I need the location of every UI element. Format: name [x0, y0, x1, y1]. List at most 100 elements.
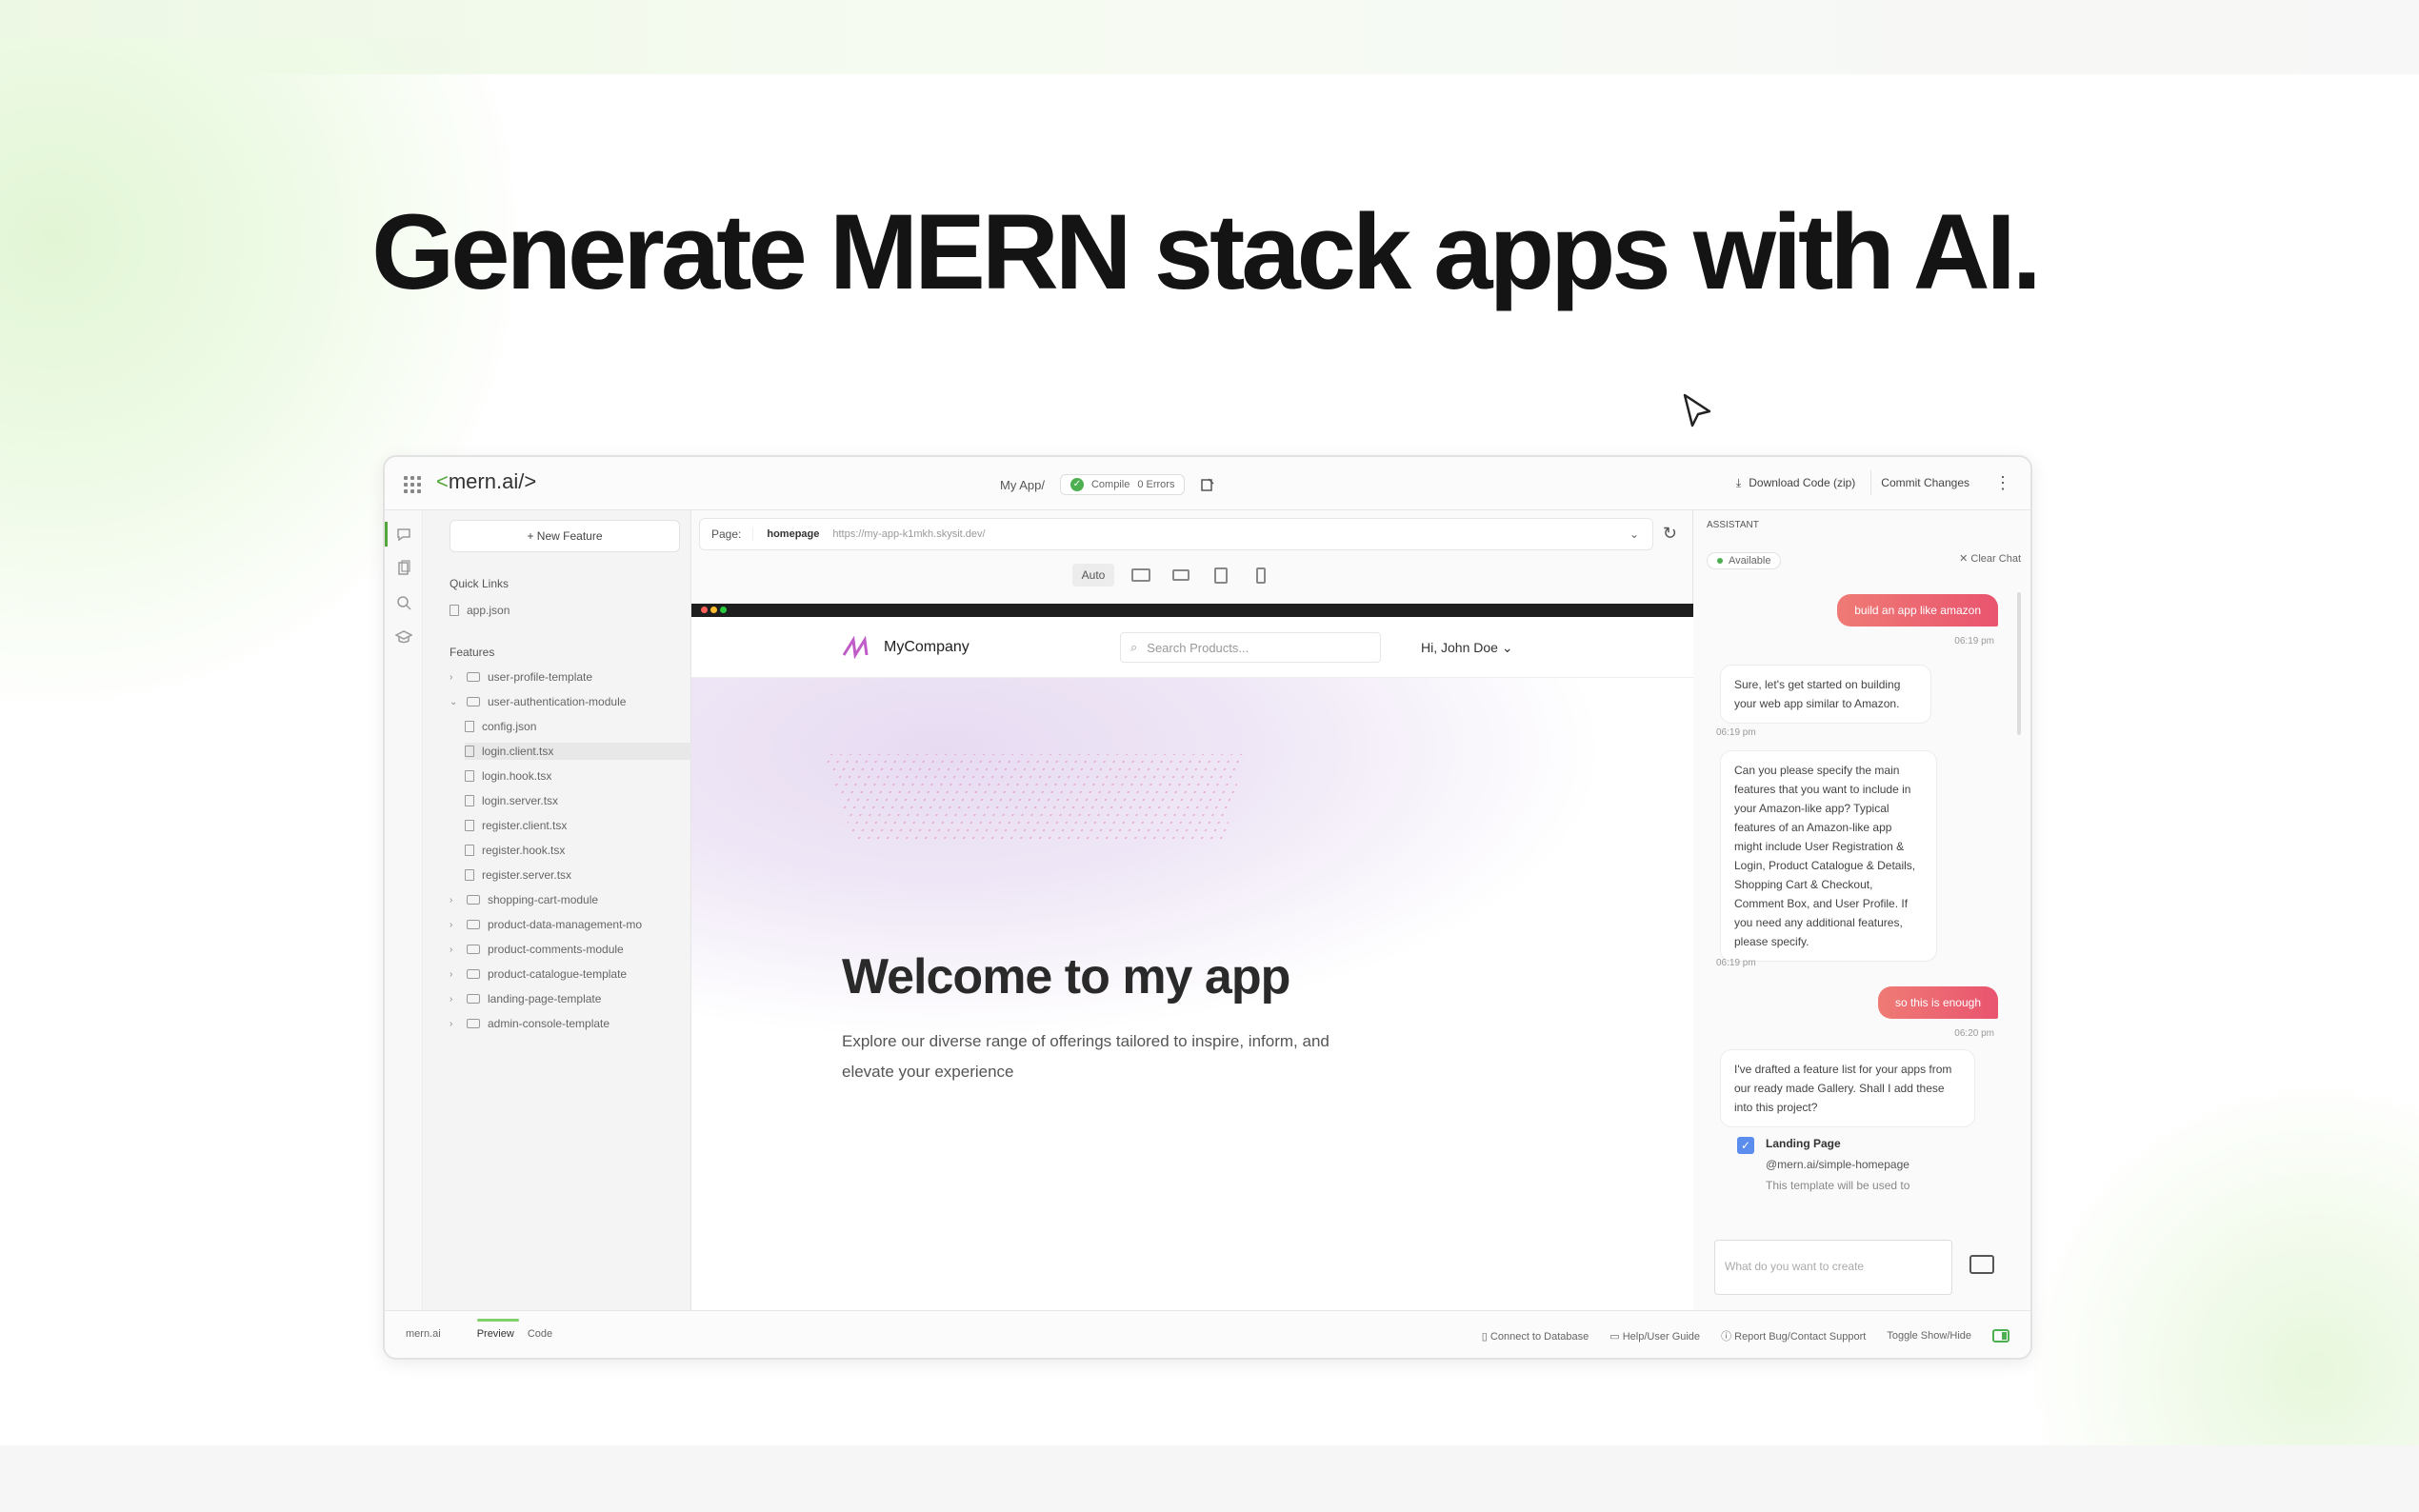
device-switcher: Auto — [1072, 564, 1274, 587]
tree-folder[interactable]: › admin-console-template — [450, 1017, 610, 1030]
assistant-message: Sure, let's get started on building your… — [1720, 665, 1931, 724]
apps-grid-icon[interactable] — [404, 476, 421, 493]
site-search-input[interactable]: ⌕ Search Products... — [1120, 632, 1381, 663]
tree-folder[interactable]: ⌄ user-authentication-module — [450, 695, 626, 708]
help-circle-icon: ⓘ — [1721, 1331, 1732, 1343]
tree-file[interactable]: login.hook.tsx — [465, 769, 551, 783]
chat-scrollbar[interactable] — [2017, 592, 2021, 735]
chevron-right-icon: › — [450, 671, 453, 683]
tree-file[interactable]: config.json — [465, 720, 536, 733]
hero-subtitle: Explore our diverse range of offerings t… — [842, 1032, 1329, 1081]
quick-links-heading: Quick Links — [450, 577, 510, 590]
database-icon: ▯ — [1481, 1330, 1488, 1343]
site-brand[interactable]: MyCompany — [842, 636, 970, 659]
tree-file-selected[interactable]: login.client.tsx — [465, 743, 691, 760]
topbar-actions: ⤓ Download Code (zip) Commit Changes ⋮ — [1736, 470, 2011, 495]
chat-input[interactable]: What do you want to create — [1714, 1240, 1952, 1295]
file-icon — [465, 746, 474, 757]
feature-option[interactable]: ✓ Landing Page @mern.ai/simple-homepage … — [1737, 1137, 1909, 1192]
folder-icon — [467, 1019, 480, 1028]
tree-folder[interactable]: › product-comments-module — [450, 943, 624, 956]
edit-icon[interactable] — [1200, 477, 1215, 492]
new-feature-button[interactable]: + New Feature — [450, 520, 680, 552]
chevron-right-icon: › — [450, 894, 453, 905]
tree-folder[interactable]: › product-catalogue-template — [450, 967, 627, 981]
tree-folder[interactable]: › shopping-cart-module — [450, 893, 598, 906]
hero-section: Welcome to my app Explore our diverse ra… — [691, 678, 1693, 1081]
tree-folder[interactable]: › landing-page-template — [450, 992, 601, 1005]
commit-changes-button[interactable]: Commit Changes — [1870, 470, 1979, 495]
tab-preview[interactable]: Preview — [476, 1319, 519, 1340]
chevron-right-icon: › — [450, 993, 453, 1005]
panel-toggle-icon[interactable] — [1992, 1329, 2009, 1343]
folder-icon — [467, 920, 480, 929]
page-url-bar[interactable]: Page: homepage https://my-app-k1mkh.skys… — [699, 518, 1653, 550]
window-close-dot — [701, 607, 708, 613]
hero-title: Welcome to my app — [842, 949, 1290, 1005]
app-footer: mern.ai Preview Code ▯ Connect to Databa… — [385, 1310, 2030, 1358]
more-options-icon[interactable]: ⋮ — [1994, 473, 2011, 493]
laptop-icon[interactable] — [1168, 564, 1194, 587]
desktop-icon[interactable] — [1128, 564, 1154, 587]
assistant-title: ASSISTANT — [1707, 520, 1759, 530]
help-guide-button[interactable]: ▭ Help/User Guide — [1609, 1330, 1700, 1343]
chevron-right-icon: › — [450, 944, 453, 955]
assistant-message: Can you please specify the main features… — [1720, 750, 1937, 962]
page-select[interactable]: homepage — [753, 528, 832, 540]
user-message: build an app like amazon — [1837, 594, 1998, 627]
file-icon — [465, 869, 474, 881]
folder-icon — [467, 895, 480, 905]
learn-icon[interactable] — [395, 628, 412, 646]
connect-database-button[interactable]: ▯ Connect to Database — [1482, 1330, 1589, 1343]
brand-name: MyCompany — [884, 639, 970, 655]
chat-icon[interactable] — [395, 526, 412, 543]
file-icon — [450, 605, 459, 616]
compile-label: Compile — [1090, 479, 1130, 490]
page-label: Page: — [700, 527, 754, 541]
assistant-status-row: Available ✕ Clear Chat — [1707, 552, 2021, 569]
preview-url[interactable]: https://my-app-k1mkh.skysit.dev/ — [832, 528, 1616, 540]
device-auto-button[interactable]: Auto — [1072, 564, 1114, 587]
error-count: 0 Errors — [1137, 479, 1175, 490]
tablet-icon[interactable] — [1208, 564, 1234, 587]
refresh-icon[interactable]: ↻ — [1663, 524, 1677, 544]
project-name[interactable]: My App/ — [1000, 478, 1045, 492]
report-bug-button[interactable]: ⓘ Report Bug/Contact Support — [1721, 1328, 1866, 1343]
features-heading: Features — [450, 646, 495, 659]
checkbox-checked-icon[interactable]: ✓ — [1737, 1137, 1754, 1154]
chevron-down-icon[interactable]: ⌄ — [1616, 527, 1652, 541]
book-icon: ▭ — [1609, 1330, 1620, 1343]
message-time: 06:20 pm — [1954, 1028, 1994, 1039]
folder-icon — [467, 697, 480, 706]
tree-file[interactable]: login.server.tsx — [465, 794, 558, 807]
hero-dot-pattern — [825, 754, 1244, 840]
message-time: 06:19 pm — [1716, 958, 1756, 968]
tree-folder[interactable]: › user-profile-template — [450, 670, 592, 684]
files-icon[interactable] — [395, 560, 412, 577]
feature-title: Landing Page — [1766, 1137, 1841, 1150]
footer-left: mern.ai Preview Code — [406, 1319, 552, 1340]
check-circle-icon: ✓ — [1070, 478, 1084, 491]
footer-right: ▯ Connect to Database ▭ Help/User Guide … — [1482, 1328, 2009, 1343]
chevron-right-icon: › — [450, 919, 453, 930]
mobile-icon[interactable] — [1248, 564, 1274, 587]
clear-chat-button[interactable]: ✕ Clear Chat — [1959, 552, 2021, 569]
file-icon — [465, 845, 474, 856]
search-icon[interactable] — [395, 594, 412, 611]
tree-file[interactable]: register.client.tsx — [465, 819, 567, 832]
message-time: 06:19 pm — [1954, 636, 1994, 647]
tree-file[interactable]: register.hook.tsx — [465, 844, 565, 857]
download-code-button[interactable]: ⤓ Download Code (zip) — [1736, 476, 1855, 490]
mern-logo[interactable]: <mern.ai/> — [436, 469, 536, 494]
tab-code[interactable]: Code — [528, 1328, 552, 1340]
compile-status[interactable]: ✓ Compile 0 Errors — [1059, 474, 1186, 495]
quick-link-item[interactable]: app.json — [450, 604, 510, 617]
tree-file[interactable]: register.server.tsx — [465, 868, 571, 882]
bottom-band — [0, 1445, 2419, 1512]
image-upload-icon[interactable] — [1969, 1255, 1994, 1274]
chat-log: build an app like amazon 06:19 pm Sure, … — [1693, 587, 2017, 1234]
window-minimize-dot — [710, 607, 717, 613]
user-menu[interactable]: Hi, John Doe ⌄ — [1421, 640, 1513, 656]
tree-folder[interactable]: › product-data-management-mo — [450, 918, 642, 931]
assistant-panel: ASSISTANT Available ✕ Clear Chat build a… — [1693, 510, 2030, 1310]
